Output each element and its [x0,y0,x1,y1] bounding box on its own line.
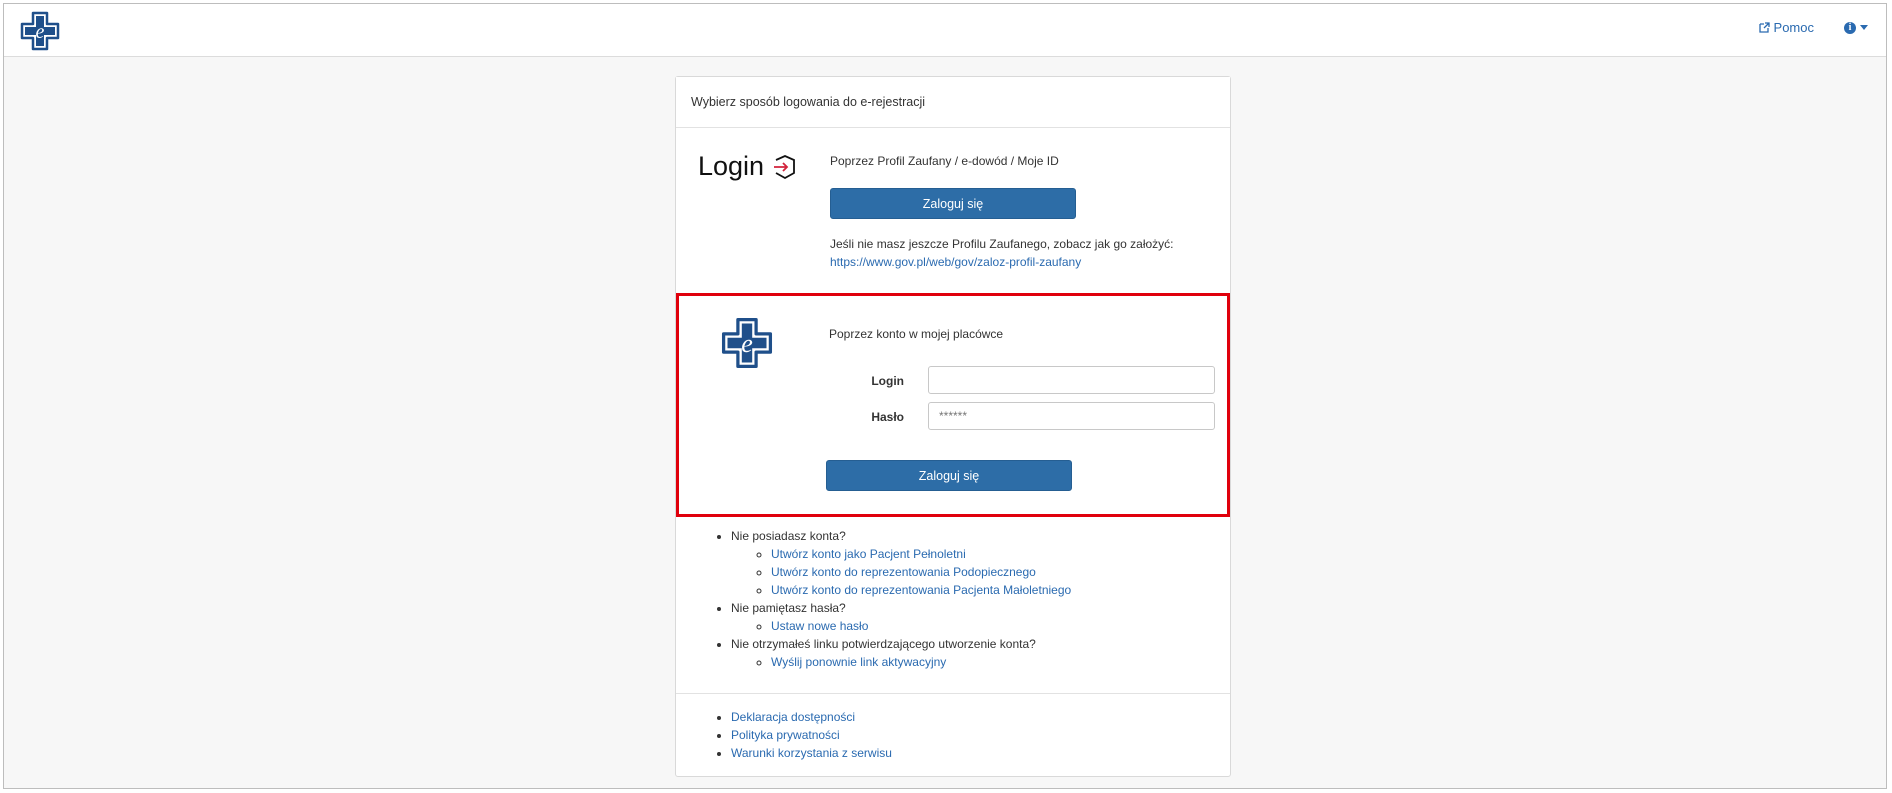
help-links: Nie posiadasz konta? Utwórz konto jako P… [676,527,1230,671]
e-health-logo-icon[interactable]: e [20,11,60,51]
help-link[interactable]: Pomoc [1758,20,1814,35]
account-login-title: Poprzez konto w mojej placówce [829,327,1004,341]
profile-info: Jeśli nie masz jeszcze Profilu Zaufanego… [830,235,1174,271]
list-item: Nie otrzymałeś linku potwierdzającego ut… [731,635,1230,671]
list-item: Utwórz konto jako Pacjent Pełnoletni [771,545,1230,563]
list-item: Utwórz konto do reprezentowania Podopiec… [771,563,1230,581]
info-dropdown[interactable]: i [1844,21,1868,34]
account-login-section: e Poprzez konto w mojej placówce Login H… [676,293,1230,517]
list-item: Nie pamiętasz hasła? Ustaw nowe hasło [731,599,1230,635]
list-item: Ustaw nowe hasło [771,617,1230,635]
profile-login-title: Poprzez Profil Zaufany / e-dowód / Moje … [830,154,1059,168]
external-link-icon [1758,22,1770,33]
e-health-logo-icon: e [721,317,773,369]
login-logo-text: Login [698,151,765,181]
account-login-button[interactable]: Zaloguj się [826,460,1072,491]
list-item: Utwórz konto do reprezentowania Pacjenta… [771,581,1230,599]
svg-text:e: e [741,329,753,358]
login-gov-logo: Login [698,151,798,182]
app-frame: e Pomoc i Wybierz sposób logowania do e-… [3,3,1887,789]
list-item: Wyślij ponownie link aktywacyjny [771,653,1230,671]
list-item: Nie posiadasz konta? Utwórz konto jako P… [731,527,1230,599]
forgot-password-question: Nie pamiętasz hasła? [731,601,846,615]
create-ward-account-link[interactable]: Utwórz konto do reprezentowania Podopiec… [771,565,1036,579]
login-input[interactable] [928,366,1215,394]
list-item: Polityka prywatności [731,726,1230,744]
login-panel: Wybierz sposób logowania do e-rejestracj… [675,76,1231,777]
password-label: Hasło [871,410,904,424]
profile-info-text: Jeśli nie masz jeszcze Profilu Zaufanego… [830,237,1174,251]
profile-info-link[interactable]: https://www.gov.pl/web/gov/zaloz-profil-… [830,255,1081,269]
accessibility-declaration-link[interactable]: Deklaracja dostępności [731,710,855,724]
no-account-question: Nie posiadasz konta? [731,529,846,543]
chevron-down-icon [1860,25,1868,30]
profile-login-button[interactable]: Zaloguj się [830,188,1076,219]
login-arrow-icon [774,154,795,179]
password-input[interactable] [928,402,1215,430]
top-navbar: e Pomoc i [4,4,1886,57]
info-icon: i [1844,21,1856,34]
login-label: Login [871,374,904,388]
create-adult-account-link[interactable]: Utwórz konto jako Pacjent Pełnoletni [771,547,966,561]
help-label: Pomoc [1773,20,1814,35]
list-item: Deklaracja dostępności [731,708,1230,726]
profile-login-section: Login Poprzez Profil Zaufany / e-dowód /… [676,128,1230,288]
privacy-policy-link[interactable]: Polityka prywatności [731,728,840,742]
create-minor-account-link[interactable]: Utwórz konto do reprezentowania Pacjenta… [771,583,1071,597]
terms-of-service-link[interactable]: Warunki korzystania z serwisu [731,746,892,760]
set-new-password-link[interactable]: Ustaw nowe hasło [771,619,868,633]
panel-footer: Deklaracja dostępności Polityka prywatno… [676,693,1230,762]
resend-activation-link[interactable]: Wyślij ponownie link aktywacyjny [771,655,946,669]
list-item: Warunki korzystania z serwisu [731,744,1230,762]
no-activation-link-question: Nie otrzymałeś linku potwierdzającego ut… [731,637,1036,651]
svg-text:e: e [36,21,45,43]
panel-title: Wybierz sposób logowania do e-rejestracj… [676,77,1230,128]
